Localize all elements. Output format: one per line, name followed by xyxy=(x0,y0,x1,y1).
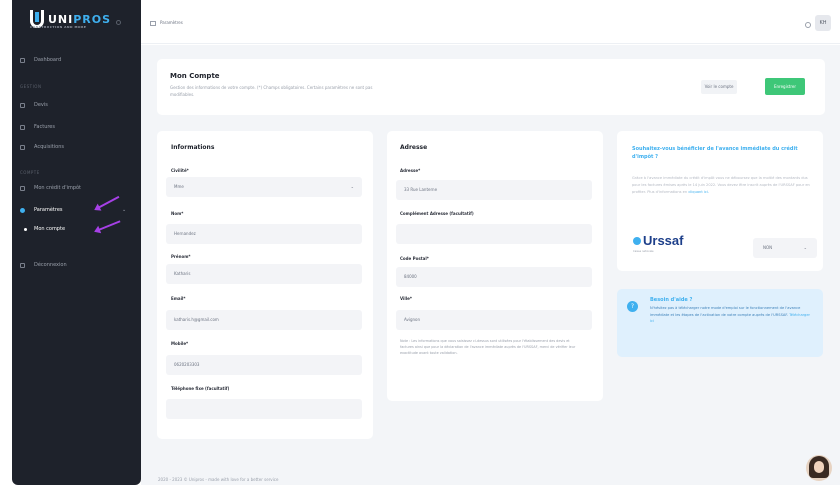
ville-label: Ville* xyxy=(400,296,412,301)
page-title: Mon Compte xyxy=(170,72,220,80)
avance-link[interactable]: cliquant ici. xyxy=(688,190,709,194)
brand-name: UNIPROS CONSTRUCTION AND MORE xyxy=(30,14,111,30)
civilite-label: Civilité* xyxy=(171,168,189,173)
adresse-input[interactable]: 33 Rue Lanterne xyxy=(396,180,592,200)
code-postal-label: Code Postal* xyxy=(400,256,429,261)
sidebar: UNIPROS CONSTRUCTION AND MORE Dashboard … xyxy=(12,0,141,485)
email-field[interactable]: katharis.h@gmail.com xyxy=(166,310,362,330)
edit-icon xyxy=(150,21,156,26)
nom-input[interactable]: Hernandez xyxy=(166,224,362,244)
chevron-down-icon: ⌄ xyxy=(803,245,807,250)
list-icon xyxy=(20,144,25,150)
sidebar-item-dashboard[interactable]: Dashboard xyxy=(20,54,61,66)
annotation-arrow xyxy=(95,195,120,210)
sidebar-item-mon-compte[interactable]: Mon compte xyxy=(24,226,65,232)
avance-text: Grâce à l'avance immédiate du crédit d'i… xyxy=(632,176,810,194)
complement-input[interactable] xyxy=(396,224,592,244)
urssaf-icon xyxy=(633,236,641,245)
sidebar-item-deconnexion[interactable]: Déconnexion xyxy=(20,259,67,271)
dashboard-icon xyxy=(20,57,25,63)
page-description: Gestion des informations de votre compte… xyxy=(170,85,373,97)
help-text: N'hésitez pas à télécharger notre mode d… xyxy=(650,306,811,324)
prenom-input[interactable]: Katharis xyxy=(166,264,362,284)
nom-label: Nom* xyxy=(171,211,184,216)
sidebar-section-gestion: GESTION xyxy=(20,84,42,89)
urssaf-subtitle: Caisse nationale xyxy=(633,250,654,253)
mobile-input[interactable]: 0620203303 xyxy=(166,355,362,375)
breadcrumb[interactable]: Paramètres xyxy=(160,20,183,25)
adresse-title: Adresse xyxy=(400,144,428,151)
avance-title: Souhaitez-vous bénéficier de l'avance im… xyxy=(632,146,798,160)
invoice-icon xyxy=(20,124,25,130)
view-account-button[interactable]: Voir le compte xyxy=(701,80,737,94)
ville-input[interactable]: Avignon xyxy=(396,310,592,330)
save-button[interactable]: Enregistrer xyxy=(765,78,805,95)
credit-icon xyxy=(20,185,25,191)
help-card: ? Besoin d'aide ? N'hésitez pas à téléch… xyxy=(617,289,823,357)
app-window: UNIPROS CONSTRUCTION AND MORE Dashboard … xyxy=(0,0,840,495)
settings-icon[interactable] xyxy=(805,22,811,28)
sidebar-item-devis[interactable]: Devis xyxy=(20,99,48,111)
brand-tagline: CONSTRUCTION AND MORE xyxy=(30,25,87,29)
adresse-label: Adresse* xyxy=(400,168,421,173)
brand-logo[interactable]: UNIPROS CONSTRUCTION AND MORE xyxy=(30,10,111,30)
sidebar-item-factures[interactable]: Factures xyxy=(20,121,55,133)
sidebar-section-compte: COMPTE xyxy=(20,170,40,175)
urssaf-logo: Urssaf xyxy=(633,233,683,248)
sidebar-item-parametres[interactable]: Paramètres xyxy=(20,204,63,216)
avatar[interactable]: KH xyxy=(815,15,831,31)
telephone-label: Téléphone fixe (facultatif) xyxy=(171,386,230,391)
annotation-arrow xyxy=(95,220,121,232)
informations-title: Informations xyxy=(171,144,215,151)
avance-select[interactable]: NON ⌄ xyxy=(753,238,817,258)
code-postal-input[interactable]: 84000 xyxy=(396,267,592,287)
help-title: Besoin d'aide ? xyxy=(650,297,693,303)
telephone-input[interactable] xyxy=(166,399,362,419)
sidebar-item-credit-impot[interactable]: Mon crédit d'impôt xyxy=(20,182,81,194)
file-icon xyxy=(20,102,25,108)
chevron-down-icon: ⌄ xyxy=(350,184,354,189)
bullet-icon xyxy=(24,227,27,231)
support-avatar[interactable] xyxy=(806,455,832,481)
footer-text: 2020 - 2023 © Unipros - made with love f… xyxy=(158,477,279,482)
sidebar-toggle-icon[interactable] xyxy=(116,20,121,25)
topbar: Paramètres KH xyxy=(141,0,840,44)
mobile-label: Mobile* xyxy=(171,341,189,346)
settings-icon xyxy=(20,207,25,213)
sidebar-item-acquisitions[interactable]: Acquisitions xyxy=(20,141,64,153)
question-icon: ? xyxy=(627,301,638,312)
logout-icon xyxy=(20,262,25,268)
email-label: Email* xyxy=(171,296,186,301)
complement-label: Complément Adresse (facultatif) xyxy=(400,211,474,216)
adresse-note: Note : Les informations que vous saisiss… xyxy=(400,339,576,355)
prenom-label: Prénom* xyxy=(171,254,191,259)
civilite-select[interactable]: Mme ⌄ xyxy=(166,177,362,197)
chevron-down-icon: ⌄ xyxy=(122,207,127,213)
